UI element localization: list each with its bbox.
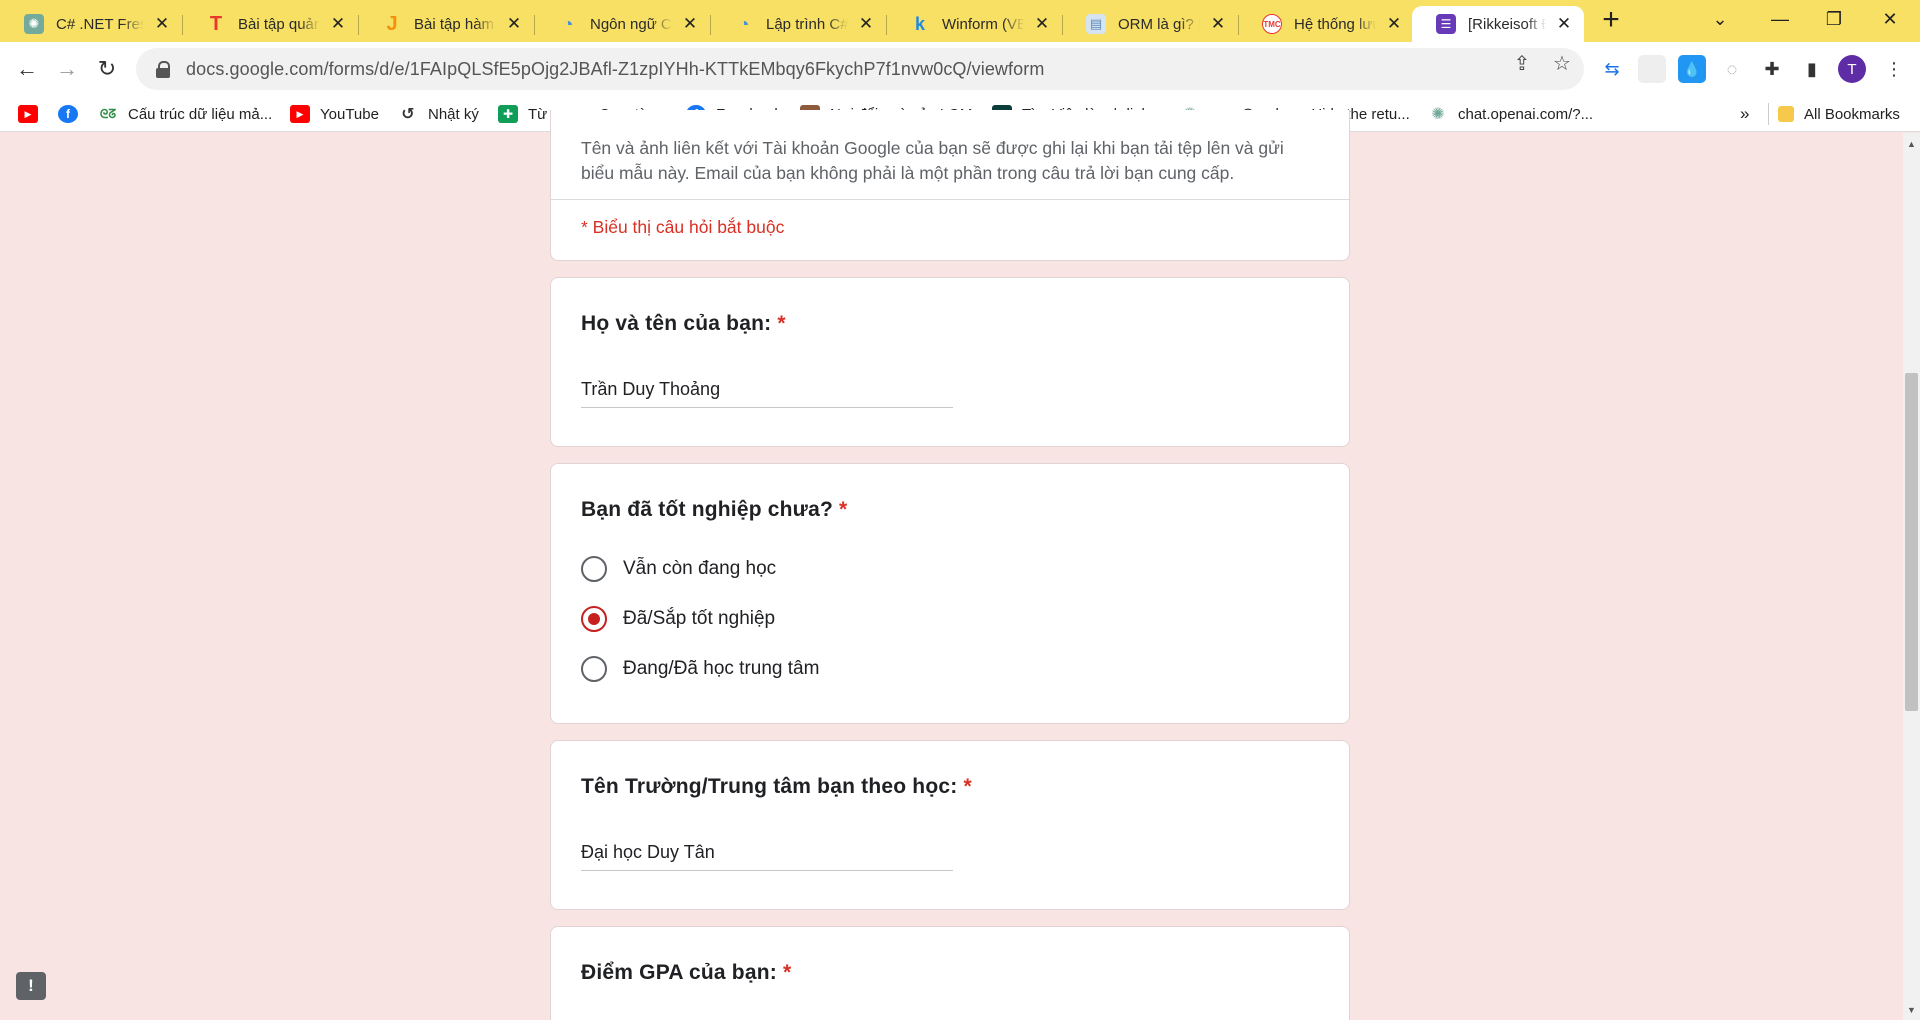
- radio-button[interactable]: [581, 556, 607, 582]
- reload-icon[interactable]: ↻: [91, 53, 123, 85]
- radio-option-selected[interactable]: Đã/Sắp tốt nghiệp: [581, 606, 775, 632]
- question-title: Điểm GPA của bạn: *: [581, 961, 792, 984]
- translate-extension-icon[interactable]: ⇆: [1598, 55, 1626, 83]
- close-window-icon[interactable]: ✕: [1860, 0, 1920, 38]
- menu-icon[interactable]: ⋮: [1880, 55, 1908, 83]
- lock-icon[interactable]: [156, 61, 170, 78]
- side-panel-icon[interactable]: ▮: [1798, 55, 1826, 83]
- radio-option[interactable]: Đang/Đã học trung tâm: [581, 656, 819, 682]
- new-tab-button[interactable]: +: [1594, 5, 1628, 36]
- question-card-name: Họ và tên của bạn: * Trần Duy Thoảng: [550, 277, 1350, 447]
- t-logo-icon: T: [209, 12, 223, 35]
- forward-icon[interactable]: →: [51, 53, 83, 85]
- question-card-school: Tên Trường/Trung tâm bạn theo học: * Đại …: [550, 740, 1350, 910]
- c-logo-icon: ◔: [738, 13, 750, 34]
- openai-icon: ✺: [1431, 106, 1445, 123]
- geeksforgeeks-icon: ᘓᘔ: [99, 106, 117, 121]
- avatar[interactable]: T: [1838, 55, 1866, 83]
- extension-icon[interactable]: [1638, 55, 1666, 83]
- required-notice: * Biểu thị câu hỏi bắt buộc: [581, 217, 785, 237]
- tab-strip: ✺ C# .NET Fresher ✕ T Bài tập quản lý ✕ …: [0, 0, 1920, 42]
- question-title: Họ và tên của bạn: *: [581, 312, 786, 335]
- radio-button-checked[interactable]: [581, 606, 607, 632]
- school-answer-field[interactable]: Đại học Duy Tân: [581, 842, 953, 871]
- browser-tab[interactable]: T Bài tập quản lý ✕: [182, 6, 358, 42]
- youtube-icon: ▶: [18, 105, 38, 123]
- scrollbar[interactable]: ▲ ▼: [1903, 133, 1920, 1020]
- bookmark-facebook[interactable]: f: [58, 102, 88, 126]
- close-icon[interactable]: ✕: [504, 14, 524, 34]
- bookmark-item[interactable]: ✺ chat.openai.com/?...: [1428, 102, 1593, 126]
- close-icon[interactable]: ✕: [1384, 14, 1404, 34]
- required-asterisk: *: [963, 775, 972, 798]
- browser-tab[interactable]: J Bài tập hàm trong ✕: [358, 6, 534, 42]
- bookmark-item[interactable]: ▶ YouTube: [290, 102, 379, 126]
- scrollbar-thumb[interactable]: [1905, 373, 1918, 711]
- divider: [551, 199, 1349, 200]
- form-header-card: Tên và ảnh liên kết với Tài khoản Google…: [550, 110, 1350, 261]
- tab-search-icon[interactable]: ⌄: [1690, 0, 1750, 38]
- minimize-icon[interactable]: —: [1750, 0, 1810, 38]
- browser-toolbar: ← → ↻ docs.google.com/forms/d/e/1FAIpQLS…: [0, 42, 1920, 96]
- droplet-extension-icon[interactable]: 💧: [1678, 55, 1706, 83]
- close-icon[interactable]: ✕: [1032, 14, 1052, 34]
- history-icon: ↺: [401, 106, 415, 123]
- j-logo-icon: J: [386, 12, 398, 35]
- browser-tab[interactable]: ◔ Lập trình C# - Tìm ✕: [710, 6, 886, 42]
- close-icon[interactable]: ✕: [152, 14, 172, 34]
- restore-icon[interactable]: ❐: [1804, 0, 1864, 38]
- browser-tab[interactable]: ✺ C# .NET Fresher ✕: [0, 6, 182, 42]
- question-title: Tên Trường/Trung tâm bạn theo học: *: [581, 775, 972, 798]
- star-icon[interactable]: ☆: [1550, 51, 1574, 75]
- close-icon[interactable]: ✕: [856, 14, 876, 34]
- panda-extension-icon[interactable]: ◌: [1718, 55, 1746, 83]
- address-bar[interactable]: docs.google.com/forms/d/e/1FAIpQLSfE5pOj…: [136, 48, 1584, 90]
- c-logo-icon: ◔: [562, 13, 574, 34]
- close-icon[interactable]: ✕: [1208, 14, 1228, 34]
- report-problem-icon[interactable]: !: [16, 972, 46, 1000]
- bookmarks-divider: [1768, 103, 1769, 125]
- browser-tab[interactable]: TMC Hệ thống lưu trữ ✕: [1238, 6, 1414, 42]
- sheets-icon: ✚: [498, 105, 518, 123]
- browser-tab[interactable]: ◔ Ngôn ngữ C# là gì ✕: [534, 6, 710, 42]
- openai-icon: ✺: [24, 14, 44, 34]
- close-icon[interactable]: ✕: [680, 14, 700, 34]
- radio-button[interactable]: [581, 656, 607, 682]
- scroll-down-icon[interactable]: ▼: [1903, 1001, 1920, 1018]
- bookmarks-overflow-button[interactable]: »: [1740, 102, 1749, 126]
- close-icon[interactable]: ✕: [328, 14, 348, 34]
- tmc-logo-icon: TMC: [1262, 14, 1282, 34]
- bookmark-item[interactable]: ᘓᘔ Cấu trúc dữ liệu mả...: [98, 102, 272, 126]
- all-bookmarks-button[interactable]: All Bookmarks: [1778, 102, 1900, 126]
- required-asterisk: *: [777, 312, 786, 335]
- folder-icon: [1778, 106, 1794, 122]
- question-card-graduated: Bạn đã tốt nghiệp chưa? * Vẫn còn đang họ…: [550, 463, 1350, 724]
- back-icon[interactable]: ←: [11, 53, 43, 85]
- radio-option[interactable]: Vẫn còn đang học: [581, 556, 776, 582]
- question-title: Bạn đã tốt nghiệp chưa? *: [581, 498, 848, 521]
- browser-tab[interactable]: k Winform (VB.NET ✕: [886, 6, 1062, 42]
- close-icon[interactable]: ✕: [1554, 14, 1574, 34]
- question-card-gpa: Điểm GPA của bạn: *: [550, 926, 1350, 1020]
- scroll-up-icon[interactable]: ▲: [1903, 135, 1920, 152]
- required-asterisk: *: [782, 961, 792, 984]
- share-icon[interactable]: ⇪: [1510, 51, 1534, 75]
- bookmark-item[interactable]: ↺ Nhật ký: [398, 102, 479, 126]
- name-answer-field[interactable]: Trần Duy Thoảng: [581, 379, 953, 408]
- k-logo-icon: k: [914, 13, 925, 34]
- facebook-icon: f: [58, 105, 78, 123]
- books-icon: ▤: [1086, 14, 1106, 34]
- youtube-icon: ▶: [290, 105, 310, 123]
- bookmark-youtube[interactable]: ▶: [18, 102, 48, 126]
- browser-tab[interactable]: ▤ ORM là gì? Kiến ✕: [1062, 6, 1238, 42]
- puzzle-icon[interactable]: ✚: [1758, 55, 1786, 83]
- url-text: docs.google.com/forms/d/e/1FAIpQLSfE5pOj…: [186, 58, 1045, 79]
- google-forms-icon: ☰: [1436, 14, 1456, 34]
- required-asterisk: *: [838, 498, 848, 521]
- browser-tab-active[interactable]: ☰ [Rikkeisoft Đà Nẵng ✕: [1412, 6, 1584, 42]
- account-notice: Tên và ảnh liên kết với Tài khoản Google…: [581, 138, 1284, 183]
